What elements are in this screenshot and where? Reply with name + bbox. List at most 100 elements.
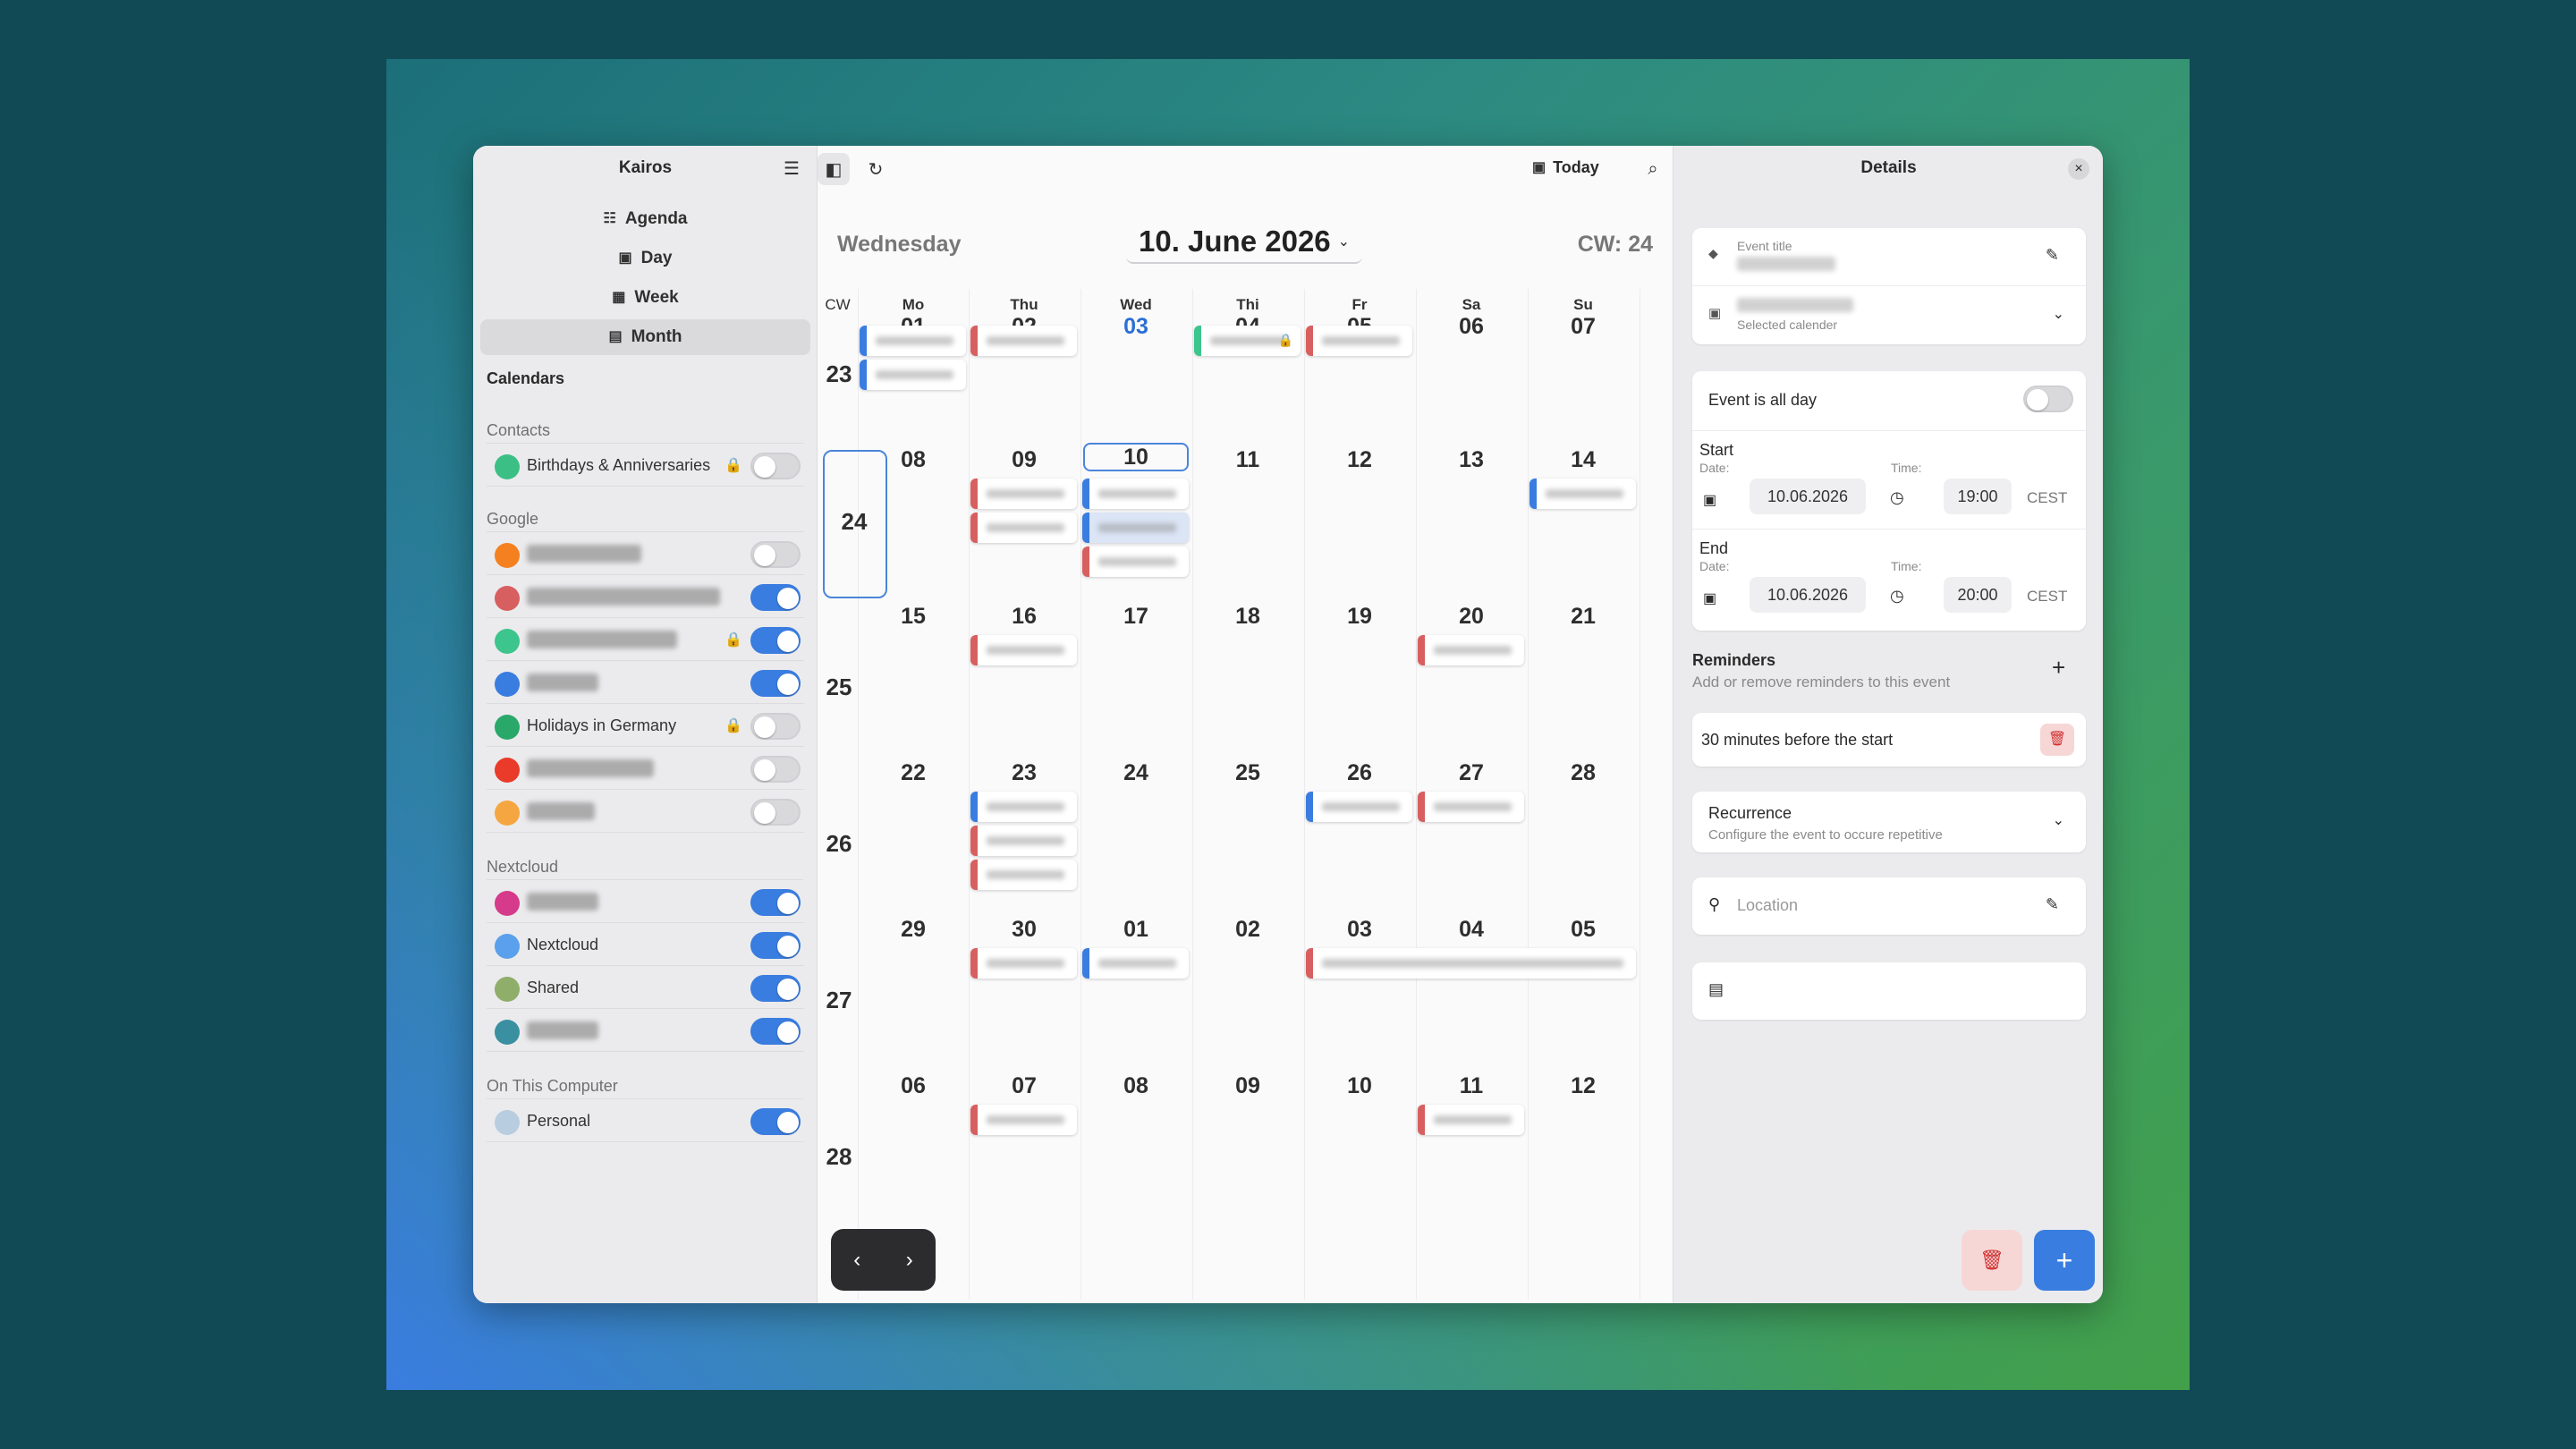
day-number[interactable]: 23 <box>969 760 1080 786</box>
delete-reminder-icon[interactable]: 🗑 <box>2040 724 2074 756</box>
calendar-event[interactable] <box>970 792 1077 822</box>
day-number[interactable]: 22 <box>858 760 969 786</box>
day-number[interactable]: 14 <box>1528 447 1639 473</box>
calendar-event[interactable] <box>1306 792 1412 822</box>
day-number[interactable]: 02 <box>1192 917 1303 943</box>
day-number[interactable]: 21 <box>1528 604 1639 630</box>
calendar-event[interactable] <box>1418 1105 1524 1135</box>
refresh-icon[interactable]: ↻ <box>860 153 892 185</box>
day-number[interactable]: 01 <box>1080 917 1191 943</box>
calendar-event[interactable] <box>970 860 1077 890</box>
end-date-field[interactable]: 10.06.2026 <box>1750 577 1866 613</box>
edit-location-icon[interactable]: ✎ <box>2046 895 2059 914</box>
day-number[interactable]: 05 <box>1528 917 1639 943</box>
calendar-event[interactable] <box>970 635 1077 665</box>
calendar-event[interactable] <box>970 513 1077 543</box>
calendar-visibility-toggle[interactable] <box>750 975 801 1002</box>
nav-day[interactable]: ▣ Day <box>480 241 810 276</box>
day-number[interactable]: 07 <box>1528 314 1639 340</box>
calendar-event[interactable] <box>1082 513 1189 543</box>
day-number[interactable]: 28 <box>1528 760 1639 786</box>
recurrence-card[interactable]: Recurrence Configure the event to occure… <box>1692 792 2086 852</box>
day-number[interactable]: 19 <box>1304 604 1415 630</box>
end-time-field[interactable]: 20:00 <box>1944 577 2012 613</box>
calendar-visibility-toggle[interactable] <box>750 799 801 826</box>
search-icon[interactable]: ⌕ <box>1637 153 1669 185</box>
calendar-visibility-toggle[interactable] <box>750 627 801 654</box>
day-number[interactable]: 06 <box>1416 314 1527 340</box>
calendar-visibility-toggle[interactable] <box>750 1108 801 1135</box>
close-icon[interactable]: × <box>2068 158 2089 180</box>
start-time-field[interactable]: 19:00 <box>1944 479 2012 514</box>
delete-event-button[interactable]: 🗑 <box>1962 1230 2022 1291</box>
all-day-toggle[interactable] <box>2023 386 2073 412</box>
day-number[interactable]: 12 <box>1528 1073 1639 1099</box>
day-number[interactable]: 08 <box>858 447 969 473</box>
calendar-event[interactable] <box>1082 547 1189 577</box>
event-title-value[interactable] <box>1737 257 1835 271</box>
calendar-visibility-toggle[interactable] <box>750 713 801 740</box>
calendar-visibility-toggle[interactable] <box>750 889 801 916</box>
day-number[interactable]: 18 <box>1192 604 1303 630</box>
calendar-visibility-toggle[interactable] <box>750 453 801 479</box>
nav-month[interactable]: ▤ Month <box>480 319 810 355</box>
calendar-event[interactable] <box>1082 479 1189 509</box>
day-number[interactable]: 11 <box>1416 1073 1527 1099</box>
day-number[interactable]: 17 <box>1080 604 1191 630</box>
day-number[interactable]: 30 <box>969 917 1080 943</box>
calendar-event[interactable] <box>860 326 966 356</box>
calendar-event[interactable] <box>970 1105 1077 1135</box>
day-number[interactable]: 25 <box>1192 760 1303 786</box>
day-number[interactable]: 03 <box>1080 314 1191 340</box>
calendar-visibility-toggle[interactable] <box>750 1018 801 1045</box>
day-number[interactable]: 11 <box>1192 447 1303 473</box>
day-number[interactable]: 12 <box>1304 447 1415 473</box>
hamburger-menu-icon[interactable]: ☰ <box>775 152 808 184</box>
calendar-event[interactable] <box>1418 635 1524 665</box>
start-date-field[interactable]: 10.06.2026 <box>1750 479 1866 514</box>
calendar-event[interactable] <box>970 826 1077 856</box>
calendar-visibility-toggle[interactable] <box>750 756 801 783</box>
calendar-dropdown-icon[interactable]: ⌄ <box>2053 305 2064 323</box>
calendar-visibility-toggle[interactable] <box>750 541 801 568</box>
day-number[interactable]: 15 <box>858 604 969 630</box>
day-number[interactable]: 27 <box>1416 760 1527 786</box>
day-number[interactable]: 07 <box>969 1073 1080 1099</box>
location-input[interactable]: Location <box>1737 896 1798 915</box>
day-number[interactable]: 13 <box>1416 447 1527 473</box>
edit-title-icon[interactable]: ✎ <box>2046 246 2059 265</box>
day-number[interactable]: 04 <box>1416 917 1527 943</box>
day-number[interactable]: 10 <box>1304 1073 1415 1099</box>
day-number[interactable]: 24 <box>1080 760 1191 786</box>
add-event-button[interactable]: + <box>2034 1230 2095 1291</box>
toggle-sidebar-icon[interactable]: ◧ <box>818 153 850 185</box>
add-reminder-icon[interactable]: + <box>2052 654 2065 682</box>
calendar-event[interactable] <box>970 479 1077 509</box>
next-month-button[interactable]: › <box>906 1248 913 1273</box>
month-picker[interactable]: 10. June 2026 ⌄ <box>1126 221 1363 264</box>
calendar-event[interactable] <box>1418 792 1524 822</box>
day-number[interactable]: 29 <box>858 917 969 943</box>
calendar-visibility-toggle[interactable] <box>750 584 801 611</box>
calendar-event[interactable] <box>860 360 966 390</box>
calendar-event[interactable] <box>970 948 1077 979</box>
day-number[interactable]: 26 <box>1304 760 1415 786</box>
day-number[interactable]: 09 <box>969 447 1080 473</box>
calendar-visibility-toggle[interactable] <box>750 670 801 697</box>
today-button[interactable]: ▣ Today <box>1532 158 1599 177</box>
day-number[interactable]: 09 <box>1192 1073 1303 1099</box>
nav-week[interactable]: ▦ Week <box>480 280 810 316</box>
notes-card[interactable]: ▤ <box>1692 962 2086 1020</box>
calendar-event[interactable] <box>970 326 1077 356</box>
calendar-event[interactable] <box>1306 948 1636 979</box>
calendar-event[interactable] <box>1082 948 1189 979</box>
day-number[interactable]: 06 <box>858 1073 969 1099</box>
calendar-event[interactable] <box>1306 326 1412 356</box>
nav-agenda[interactable]: ☷ Agenda <box>480 201 810 237</box>
day-number[interactable]: 03 <box>1304 917 1415 943</box>
previous-month-button[interactable]: ‹ <box>853 1248 860 1273</box>
day-number[interactable]: 16 <box>969 604 1080 630</box>
day-number[interactable]: 10 <box>1083 443 1189 471</box>
calendar-visibility-toggle[interactable] <box>750 932 801 959</box>
calendar-event[interactable]: 🔒 <box>1194 326 1301 356</box>
